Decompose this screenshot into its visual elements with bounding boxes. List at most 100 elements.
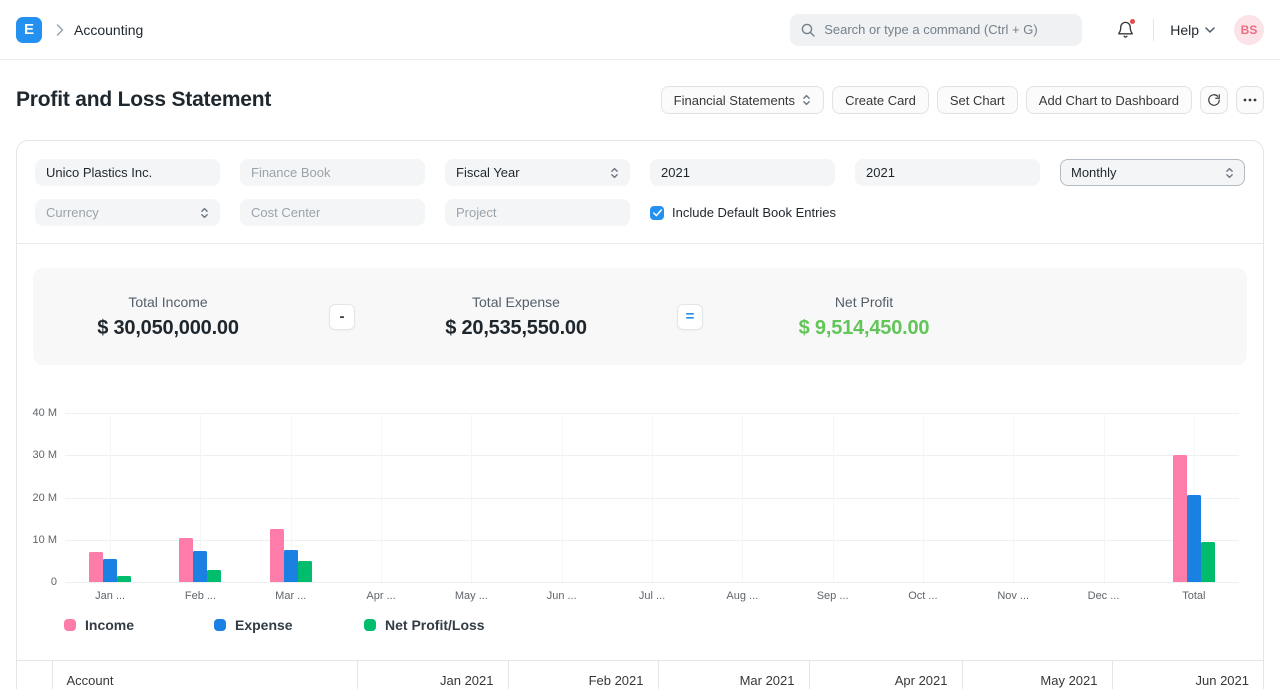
- help-menu[interactable]: Help: [1170, 22, 1215, 38]
- profit-loss-chart: 0 10 M 20 M 30 M 40 M Jan ... Feb ... Mar ... Ap…: [17, 399, 1263, 611]
- column-header-account[interactable]: Account: [52, 660, 358, 689]
- add-chart-to-dashboard-button[interactable]: Add Chart to Dashboard: [1025, 86, 1192, 114]
- x-gridline: [832, 413, 834, 582]
- x-gridline: [742, 413, 744, 582]
- filter-cost-center-placeholder: Cost Center: [251, 205, 321, 220]
- bar-expense[interactable]: [283, 549, 298, 582]
- filter-period-based-on-value: Fiscal Year: [456, 165, 520, 180]
- summary-label: Net Profit: [834, 293, 894, 310]
- chevron-down-icon: [1205, 26, 1215, 33]
- x-gridline: [1013, 413, 1015, 582]
- filter-periodicity[interactable]: Monthly: [1060, 159, 1245, 186]
- button-label: Create Card: [845, 92, 916, 108]
- bar-expense[interactable]: [1186, 495, 1201, 582]
- financial-statements-button[interactable]: Financial Statements: [660, 86, 825, 114]
- x-gridline: [471, 413, 473, 582]
- filter-period-based-on[interactable]: Fiscal Year: [445, 159, 630, 186]
- x-axis-tick: Feb ...: [184, 590, 217, 602]
- notifications-button[interactable]: [1116, 18, 1137, 39]
- y-axis-tick: 20 M: [32, 491, 57, 504]
- column-header-index[interactable]: [17, 660, 53, 689]
- bar-net-profit-loss[interactable]: [1200, 541, 1215, 582]
- breadcrumb[interactable]: Accounting: [74, 22, 143, 38]
- summary-total-expense: Total Expense $ 20,535,550.00: [381, 294, 651, 340]
- legend-label: Expense: [235, 617, 293, 633]
- chevron-up-down-icon: [1225, 166, 1234, 180]
- include-default-book-entries-checkbox[interactable]: Include Default Book Entries: [650, 205, 836, 220]
- filter-currency[interactable]: Currency: [35, 199, 220, 226]
- x-axis-tick: May ...: [454, 590, 488, 602]
- filter-end-year[interactable]: 2021: [855, 159, 1040, 186]
- refresh-button[interactable]: [1200, 86, 1228, 114]
- x-axis-tick: Jan ...: [95, 590, 126, 602]
- ellipsis-icon: [1243, 98, 1257, 102]
- menu-button[interactable]: [1236, 86, 1264, 114]
- button-label: Set Chart: [949, 92, 1005, 108]
- legend-item-expense: Expense: [214, 617, 364, 633]
- bar-expense[interactable]: [193, 550, 208, 582]
- page-head: Profit and Loss Statement Financial Stat…: [0, 60, 1280, 140]
- bar-income[interactable]: [89, 552, 104, 582]
- set-chart-button[interactable]: Set Chart: [936, 86, 1018, 114]
- x-axis-tick: Total: [1182, 590, 1206, 602]
- column-header-feb-2021[interactable]: Feb 2021: [508, 660, 659, 689]
- chevron-up-down-icon: [200, 206, 209, 220]
- legend-swatch-icon: [214, 619, 226, 631]
- x-gridline: [110, 413, 112, 582]
- filter-periodicity-value: Monthly: [1071, 165, 1117, 180]
- bar-net-profit-loss[interactable]: [117, 575, 132, 582]
- x-axis-tick: Aug ...: [726, 590, 759, 602]
- x-gridline: [922, 413, 924, 582]
- chevron-right-icon: [56, 23, 64, 36]
- x-gridline: [1103, 413, 1105, 582]
- report-table: Account Jan 2021 Feb 2021 Mar 2021 Apr 2021 M…: [17, 660, 1263, 689]
- bar-income[interactable]: [179, 538, 194, 582]
- search-input[interactable]: [824, 22, 1073, 37]
- bar-income[interactable]: [269, 528, 284, 582]
- column-header-may-2021[interactable]: May 2021: [962, 660, 1113, 689]
- column-header-jan-2021[interactable]: Jan 2021: [357, 660, 509, 689]
- column-header-jun-2021[interactable]: Jun 2021: [1112, 660, 1263, 689]
- report-card: Unico Plastics Inc. Finance Book Fiscal Ye…: [16, 140, 1264, 689]
- create-card-button[interactable]: Create Card: [832, 86, 929, 114]
- y-gridline: [65, 582, 1239, 583]
- checkbox-check-icon: [650, 205, 664, 220]
- filter-cost-center[interactable]: Cost Center: [240, 199, 425, 226]
- y-axis-tick: 30 M: [32, 449, 57, 462]
- global-search: [790, 13, 1083, 46]
- section-divider: [17, 243, 1263, 244]
- filter-company[interactable]: Unico Plastics Inc.: [35, 159, 220, 186]
- column-header-apr-2021[interactable]: Apr 2021: [809, 660, 963, 689]
- summary-label: Total Income: [128, 293, 208, 310]
- filter-finance-book[interactable]: Finance Book: [240, 159, 425, 186]
- app-logo-icon[interactable]: E: [16, 16, 42, 43]
- summary-value: $ 9,514,450.00: [798, 316, 930, 339]
- legend-label: Income: [85, 617, 135, 633]
- bar-net-profit-loss[interactable]: [207, 569, 222, 582]
- legend-swatch-icon: [64, 619, 76, 631]
- filter-end-year-value: 2021: [866, 165, 895, 180]
- avatar[interactable]: BS: [1234, 14, 1264, 45]
- nav-divider: [1153, 18, 1155, 41]
- x-axis-tick: Mar ...: [275, 590, 307, 602]
- x-axis-tick: Jun ...: [546, 590, 577, 602]
- x-gridline: [381, 413, 383, 582]
- chart-legend: Income Expense Net Profit/Loss: [17, 617, 1263, 633]
- column-header-mar-2021[interactable]: Mar 2021: [658, 660, 810, 689]
- filter-company-value: Unico Plastics Inc.: [46, 165, 153, 180]
- bar-expense[interactable]: [103, 558, 118, 582]
- filter-currency-placeholder: Currency: [46, 205, 99, 220]
- bar-income[interactable]: [1172, 455, 1187, 582]
- summary-net-profit: Net Profit $ 9,514,450.00: [729, 294, 999, 340]
- chevron-up-down-icon: [610, 166, 619, 180]
- legend-item-income: Income: [64, 617, 214, 633]
- x-axis-tick: Jul ...: [638, 590, 666, 602]
- checkbox-label: Include Default Book Entries: [672, 205, 837, 220]
- help-label: Help: [1170, 21, 1199, 38]
- x-axis-tick: Dec ...: [1087, 590, 1120, 602]
- page-title: Profit and Loss Statement: [16, 88, 272, 111]
- filter-start-year[interactable]: 2021: [650, 159, 835, 186]
- navbar: E Accounting Help BS: [0, 0, 1280, 60]
- bar-net-profit-loss[interactable]: [297, 560, 312, 582]
- filter-project[interactable]: Project: [445, 199, 630, 226]
